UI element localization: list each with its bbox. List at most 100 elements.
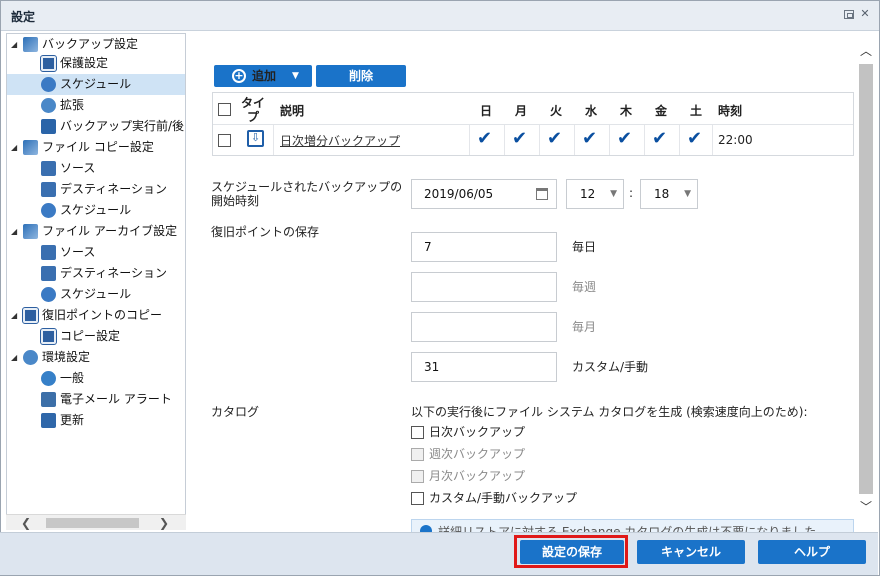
gear-icon bbox=[41, 98, 56, 113]
tree-item-recovery-point-copy[interactable]: ◢ 復旧ポイントのコピー bbox=[7, 305, 185, 326]
tree-item-copy-source[interactable]: ソース bbox=[7, 158, 185, 179]
tree-item-archive-schedule[interactable]: スケジュール bbox=[7, 284, 185, 305]
weekly-catalog-checkbox bbox=[411, 448, 424, 461]
start-time-label: スケジュールされたバックアップの開始時刻 bbox=[211, 180, 403, 208]
column-divider bbox=[504, 125, 505, 155]
checkmark-icon: ✔ bbox=[687, 128, 703, 149]
maximize-icon[interactable] bbox=[844, 10, 854, 19]
tree-item-label: 復旧ポイントのコピー bbox=[42, 308, 163, 322]
scroll-up-icon[interactable]: ︿ bbox=[858, 42, 874, 58]
sidebar-horizontal-scrollbar[interactable]: ❮ ❯ bbox=[6, 514, 186, 530]
weekly-retention-input[interactable] bbox=[411, 272, 557, 302]
tree-item-file-archive-settings[interactable]: ◢ ファイル アーカイブ設定 bbox=[7, 221, 185, 242]
tree-item-file-copy-settings[interactable]: ◢ ファイル コピー設定 bbox=[7, 137, 185, 158]
expand-arrow-icon[interactable]: ◢ bbox=[11, 305, 17, 326]
start-minute-select[interactable]: 18 ▼ bbox=[640, 179, 698, 209]
tree-item-label: ソース bbox=[60, 161, 96, 175]
tree-item-label: バックアップ実行前/後の設定 bbox=[60, 119, 185, 133]
select-all-checkbox[interactable] bbox=[218, 103, 231, 116]
tree-item-email-alerts[interactable]: 電子メール アラート bbox=[7, 389, 185, 410]
update-icon bbox=[41, 413, 56, 428]
tree-item-copy-schedule[interactable]: スケジュール bbox=[7, 200, 185, 221]
tree-item-preferences[interactable]: ◢ 環境設定 bbox=[7, 347, 185, 368]
tree-item-schedule[interactable]: スケジュール bbox=[7, 74, 185, 95]
plus-icon: + bbox=[232, 69, 246, 83]
clock-icon bbox=[41, 203, 56, 218]
retention-label: 復旧ポイントの保存 bbox=[211, 225, 320, 239]
tree-item-label: デスティネーション bbox=[60, 182, 168, 196]
tree-item-archive-source[interactable]: ソース bbox=[7, 242, 185, 263]
tree-item-updates[interactable]: 更新 bbox=[7, 410, 185, 431]
tree-item-backup-settings[interactable]: ◢ バックアップ設定 bbox=[7, 34, 185, 55]
tree-item-advanced[interactable]: 拡張 bbox=[7, 95, 185, 116]
start-date-input[interactable]: 2019/06/05 bbox=[411, 179, 557, 209]
daily-catalog-checkbox[interactable] bbox=[411, 426, 424, 439]
custom-catalog-label: カスタム/手動バックアップ bbox=[429, 491, 578, 505]
day-column-header: 火 bbox=[550, 104, 563, 118]
checkmark-icon: ✔ bbox=[477, 128, 493, 149]
schedule-description-link[interactable]: 日次増分バックアップ bbox=[280, 132, 400, 149]
file-archive-icon bbox=[23, 224, 38, 239]
start-hour-select[interactable]: 12 ▼ bbox=[566, 179, 624, 209]
scrollbar-thumb[interactable] bbox=[859, 64, 873, 494]
info-banner: 詳細リストアに対する Exchange カタログの生成は不要になりました。 bbox=[411, 519, 854, 533]
catalog-label: カタログ bbox=[211, 405, 260, 419]
scrollbar-thumb[interactable] bbox=[46, 518, 139, 528]
weekly-catalog-label: 週次バックアップ bbox=[429, 447, 526, 461]
expand-arrow-icon[interactable]: ◢ bbox=[11, 34, 17, 55]
tree-item-label: スケジュール bbox=[60, 77, 132, 91]
file-copy-icon bbox=[23, 140, 38, 155]
document-icon bbox=[40, 55, 57, 72]
scroll-right-icon[interactable]: ❯ bbox=[156, 515, 172, 531]
row-checkbox[interactable] bbox=[218, 134, 231, 147]
column-divider bbox=[644, 125, 645, 155]
checkmark-icon: ✔ bbox=[512, 128, 528, 149]
start-date-value: 2019/06/05 bbox=[424, 187, 494, 201]
close-icon[interactable]: ✕ bbox=[859, 8, 871, 20]
expand-arrow-icon[interactable]: ◢ bbox=[11, 137, 17, 158]
daily-retention-input[interactable]: 7 bbox=[411, 232, 557, 262]
calendar-icon[interactable] bbox=[536, 188, 548, 200]
scroll-down-icon[interactable]: ﹀ bbox=[858, 498, 874, 514]
tree-item-label: ファイル コピー設定 bbox=[42, 140, 154, 154]
checkmark-icon: ✔ bbox=[617, 128, 633, 149]
column-divider bbox=[712, 125, 713, 155]
save-settings-button[interactable]: 設定の保存 bbox=[520, 540, 624, 564]
monthly-catalog-label: 月次バックアップ bbox=[429, 469, 526, 483]
expand-arrow-icon[interactable]: ◢ bbox=[11, 347, 17, 368]
checkmark-icon: ✔ bbox=[547, 128, 563, 149]
tree-item-copy-destination[interactable]: デスティネーション bbox=[7, 179, 185, 200]
custom-retention-input[interactable]: 31 bbox=[411, 352, 557, 382]
column-divider bbox=[469, 125, 470, 155]
add-button[interactable]: + 追加 ▼ bbox=[214, 65, 312, 87]
wrench-icon bbox=[41, 119, 56, 134]
monthly-retention-input[interactable] bbox=[411, 312, 557, 342]
network-icon bbox=[41, 245, 56, 260]
table-row[interactable]: ⇩ 日次増分バックアップ ✔ ✔ ✔ ✔ ✔ ✔ ✔ 22:00 bbox=[213, 125, 853, 155]
catalog-description: 以下の実行後にファイル システム カタログを生成 (検索速度向上のため): bbox=[411, 405, 808, 419]
tree-item-archive-destination[interactable]: デスティネーション bbox=[7, 263, 185, 284]
tree-item-label: 一般 bbox=[60, 371, 85, 385]
tree-item-label: デスティネーション bbox=[60, 266, 168, 280]
grid-header: タイプ 説明 日 月 火 水 木 金 土 時刻 bbox=[213, 93, 853, 125]
tree-item-general[interactable]: 一般 bbox=[7, 368, 185, 389]
column-divider bbox=[273, 125, 274, 155]
tree-item-copy-settings[interactable]: コピー設定 bbox=[7, 326, 185, 347]
cancel-button[interactable]: キャンセル bbox=[637, 540, 745, 564]
dialog-footer: 設定の保存 キャンセル ヘルプ bbox=[0, 532, 878, 575]
tree-item-protection-settings[interactable]: 保護設定 bbox=[7, 53, 185, 74]
schedule-time: 22:00 bbox=[718, 133, 753, 147]
tree-item-pre-post-backup[interactable]: バックアップ実行前/後の設定 bbox=[7, 116, 185, 137]
checkmark-icon: ✔ bbox=[582, 128, 598, 149]
day-column-header: 木 bbox=[620, 104, 633, 118]
delete-button[interactable]: 削除 bbox=[316, 65, 406, 87]
column-divider bbox=[609, 125, 610, 155]
expand-arrow-icon[interactable]: ◢ bbox=[11, 221, 17, 242]
day-column-header: 日 bbox=[480, 104, 493, 118]
help-button[interactable]: ヘルプ bbox=[758, 540, 866, 564]
tree-item-label: ソース bbox=[60, 245, 96, 259]
custom-catalog-checkbox[interactable] bbox=[411, 492, 424, 505]
main-vertical-scrollbar[interactable]: ︿ ﹀ bbox=[858, 40, 874, 516]
tree-item-label: スケジュール bbox=[60, 287, 132, 301]
scroll-left-icon[interactable]: ❮ bbox=[18, 515, 34, 531]
